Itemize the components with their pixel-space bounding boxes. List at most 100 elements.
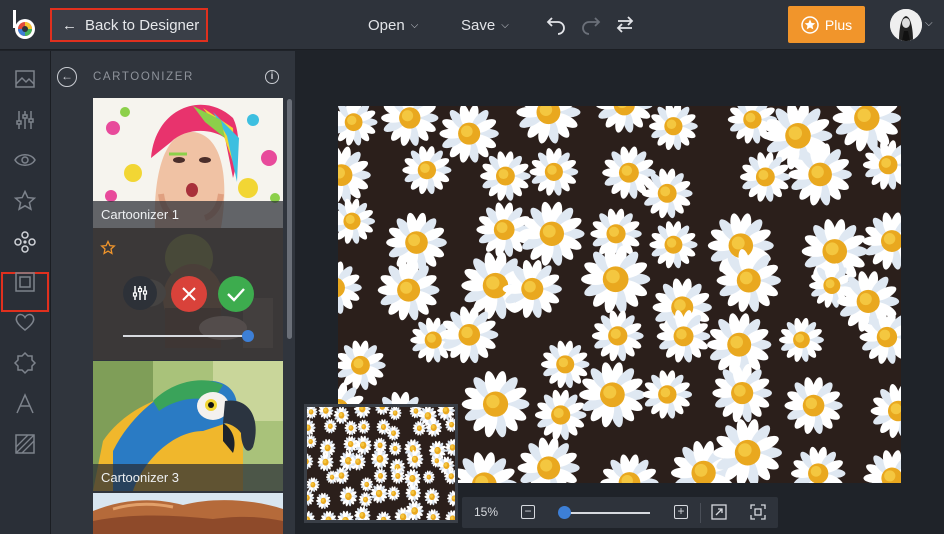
daisy-flower [596, 106, 653, 133]
daisy-flower [870, 384, 901, 438]
back-to-designer-label: Back to Designer [85, 16, 200, 34]
daisy-flower [358, 492, 373, 508]
star-badge-icon [801, 15, 819, 34]
daisy-flower [461, 371, 530, 438]
avatar[interactable] [890, 9, 922, 41]
zoom-slider-track[interactable] [562, 512, 650, 514]
daisy-flower [422, 470, 435, 484]
daisy-flower [377, 260, 440, 321]
intensity-slider-knob[interactable] [242, 330, 254, 342]
daisy-flower [388, 407, 402, 421]
save-menu[interactable]: Save ⌵ [461, 0, 509, 50]
navigator-thumbnail[interactable] [304, 404, 458, 523]
daisy-flower [863, 450, 901, 483]
intensity-slider-track[interactable] [123, 335, 248, 337]
daisy-flower [862, 140, 901, 190]
effect-thumbnail-2[interactable] [93, 228, 283, 360]
daisy-flower [323, 419, 337, 434]
daisy-flower [779, 317, 824, 362]
effect-thumbnail-1[interactable]: Cartoonizer 1 [93, 98, 283, 228]
panel-scrollbar[interactable] [287, 99, 292, 339]
zoom-in-button[interactable]: + [674, 505, 688, 519]
zoom-slider-knob[interactable] [558, 506, 571, 519]
effect-label-1: Cartoonizer 1 [93, 201, 283, 228]
minus-icon: − [524, 504, 532, 518]
open-menu[interactable]: Open ⌵ [368, 0, 418, 50]
heart-icon[interactable] [13, 310, 37, 334]
daisy-flower [445, 510, 455, 520]
daisy-flower [336, 510, 355, 520]
effects-icon[interactable] [13, 230, 37, 254]
image-icon[interactable] [13, 67, 37, 91]
daisy-flower [581, 245, 651, 313]
back-to-designer-button[interactable]: ← Back to Designer [50, 8, 208, 42]
daisy-flower [375, 511, 392, 520]
daisy-flower [591, 310, 644, 362]
open-label: Open [368, 16, 405, 34]
cancel-button[interactable] [171, 276, 207, 312]
settings-button[interactable] [123, 276, 157, 310]
text-icon[interactable] [13, 392, 37, 416]
daisy-flower [387, 486, 401, 501]
arrow-left-icon: ← [62, 16, 77, 34]
eye-icon[interactable] [13, 148, 37, 172]
effect-thumbnail-3[interactable]: Cartoonizer 3 [93, 361, 283, 491]
daisy-flower [333, 407, 350, 424]
favorite-star-icon[interactable] [100, 240, 116, 256]
star-icon[interactable] [13, 189, 37, 213]
daisy-flower [307, 434, 317, 449]
daisy-flower [480, 151, 531, 201]
daisy-flower [600, 454, 659, 483]
effect-thumbnail-4[interactable] [93, 493, 283, 534]
daisy-flower [649, 106, 698, 150]
daisy-preview-image [307, 407, 455, 520]
daisy-flower [344, 420, 358, 436]
fit-screen-icon[interactable] [750, 504, 766, 520]
expand-icon[interactable] [711, 504, 727, 520]
panel-back-icon[interactable]: ← [57, 67, 77, 87]
zoom-out-button[interactable]: − [521, 505, 535, 519]
check-icon [227, 288, 245, 302]
daisy-flower [357, 419, 371, 434]
daisy-flower [307, 510, 316, 520]
adjustments-icon[interactable] [13, 108, 37, 132]
daisy-flower [388, 441, 402, 456]
zoom-toolbar: 15% − + [462, 497, 778, 528]
daisy-flower [373, 468, 388, 484]
daisy-flower [338, 146, 371, 204]
info-icon[interactable]: i [265, 70, 279, 84]
daisy-flower [320, 510, 337, 520]
swap-icon[interactable] [614, 13, 636, 35]
daisy-flower [862, 212, 901, 270]
daisy-flower [642, 370, 693, 419]
chevron-down-icon[interactable]: ⌵ [925, 18, 933, 29]
redo-icon[interactable] [580, 13, 602, 35]
daisy-flower [307, 419, 316, 437]
daisy-flower [541, 340, 590, 389]
daisy-flower [316, 492, 331, 510]
daisy-flower [444, 438, 455, 457]
frame-icon[interactable] [13, 270, 37, 294]
daisy-flower [517, 437, 580, 483]
daisy-flower [343, 435, 359, 453]
panel-title: CARTOONIZER [93, 71, 194, 83]
daisy-flower [476, 202, 533, 257]
daisy-flower [649, 221, 698, 269]
badge-icon[interactable] [13, 351, 37, 375]
daisy-flower [426, 509, 441, 520]
daisy-flower [354, 506, 371, 520]
undo-icon[interactable] [545, 13, 567, 35]
effect-label-3: Cartoonizer 3 [93, 464, 283, 491]
apply-button[interactable] [218, 276, 254, 312]
daisy-flower [317, 453, 334, 472]
plus-upgrade-button[interactable]: Plus [788, 6, 865, 43]
daisy-flower [370, 483, 388, 504]
daisy-flower [318, 407, 334, 419]
app-logo[interactable] [10, 9, 38, 41]
texture-icon[interactable] [13, 432, 37, 456]
plus-icon: + [677, 504, 685, 518]
daisy-flower [519, 201, 585, 266]
daisy-flower [439, 106, 499, 163]
chevron-down-icon: ⌵ [410, 19, 419, 31]
daisy-flower [338, 198, 376, 244]
